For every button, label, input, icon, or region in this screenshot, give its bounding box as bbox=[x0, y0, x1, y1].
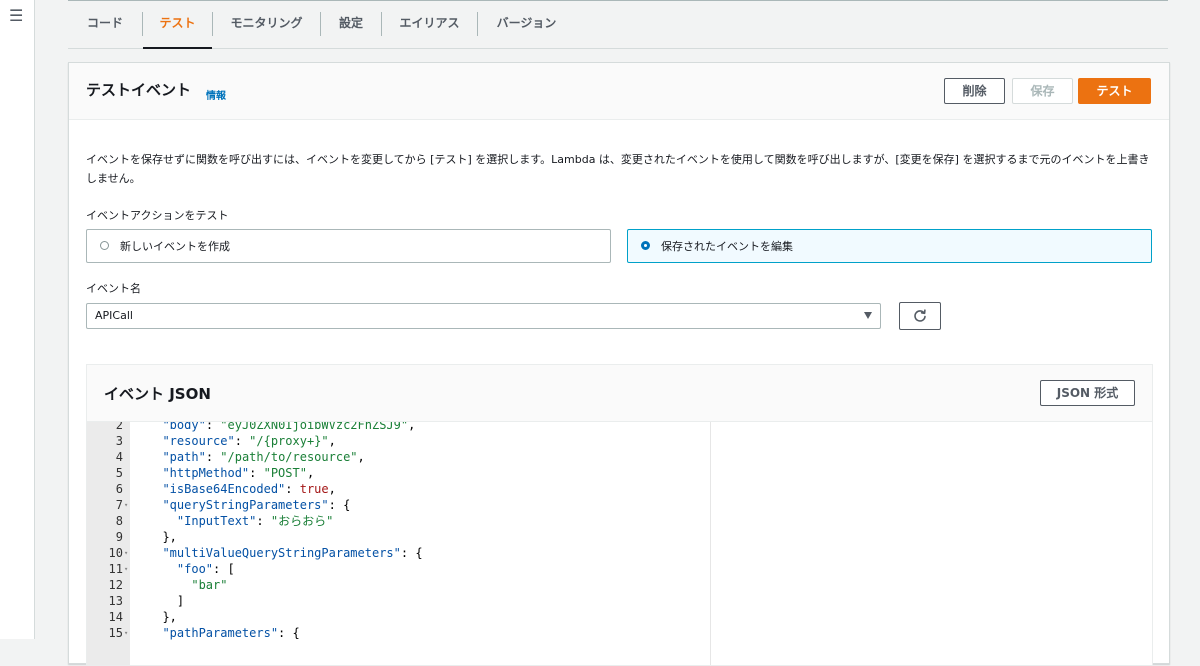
line-number: 7 bbox=[115, 498, 123, 512]
test-button[interactable]: テスト bbox=[1078, 78, 1151, 104]
code-text: "queryStringParameters": { bbox=[162, 498, 351, 512]
line-number: 6 bbox=[115, 482, 123, 496]
caret-down-icon bbox=[864, 312, 872, 319]
code-text: ] bbox=[148, 594, 185, 608]
hamburger-menu-icon[interactable]: ☰ bbox=[9, 7, 23, 25]
code-editor[interactable]: 2 "body": "eyJ0ZXN0IjoibWVzc2FnZSJ9", 3 "… bbox=[87, 422, 1152, 665]
fold-toggle-icon[interactable]: ▾ bbox=[124, 497, 128, 513]
code-line: 2 "body": "eyJ0ZXN0IjoibWVzc2FnZSJ9", bbox=[87, 422, 707, 433]
line-number: 8 bbox=[115, 514, 123, 528]
tab-aliases[interactable]: エイリアス bbox=[382, 0, 477, 48]
code-text: "isBase64Encoded": true, bbox=[162, 482, 336, 496]
event-json-panel: イベント JSON JSON 形式 2 "body": "eyJ0ZXN0Ijo… bbox=[86, 364, 1153, 666]
code-text: "path": "/path/to/resource", bbox=[162, 450, 365, 464]
event-name-value: APICall bbox=[95, 309, 133, 322]
code-line: 10 ▾ "multiValueQueryStringParameters": { bbox=[87, 545, 707, 561]
refresh-button[interactable] bbox=[899, 302, 941, 330]
code-line: 13 ] bbox=[87, 593, 707, 609]
description-text: イベントを保存せずに関数を呼び出すには、イベントを変更してから [テスト] を選… bbox=[86, 153, 1150, 185]
radio-edit-saved-event[interactable]: 保存されたイベントを編集 bbox=[627, 229, 1152, 263]
left-rail: ☰ bbox=[0, 0, 35, 639]
tab-monitoring[interactable]: モニタリング bbox=[213, 0, 320, 48]
radio-create-label: 新しいイベントを作成 bbox=[120, 240, 230, 253]
delete-button[interactable]: 削除 bbox=[944, 78, 1005, 104]
code-text: "body": "eyJ0ZXN0IjoibWVzc2FnZSJ9", bbox=[162, 422, 416, 432]
radio-create-new-event[interactable]: 新しいイベントを作成 bbox=[86, 229, 611, 263]
code-text: }, bbox=[148, 610, 177, 624]
code-text: }, bbox=[148, 530, 177, 544]
radio-edit-label: 保存されたイベントを編集 bbox=[661, 240, 793, 253]
line-number: 9 bbox=[115, 530, 123, 544]
panel-header: テストイベント 情報 削除 保存 テスト bbox=[69, 63, 1169, 120]
fold-toggle-icon[interactable]: ▾ bbox=[124, 561, 128, 577]
line-number: 3 bbox=[115, 434, 123, 448]
panel-title: テストイベント bbox=[86, 81, 192, 99]
code-line: 3 "resource": "/{proxy+}", bbox=[87, 433, 707, 449]
code-text: "multiValueQueryStringParameters": { bbox=[162, 546, 423, 560]
code-text: "InputText": "おらおら" bbox=[176, 514, 334, 528]
code-line: 7 ▾ "queryStringParameters": { bbox=[87, 497, 707, 513]
line-number: 13 bbox=[108, 594, 123, 608]
code-line: 9 }, bbox=[87, 529, 707, 545]
line-number: 10 bbox=[108, 546, 123, 560]
tab-test[interactable]: テスト bbox=[143, 0, 212, 49]
event-json-title: イベント JSON bbox=[104, 385, 211, 403]
line-number: 4 bbox=[115, 450, 123, 464]
save-button[interactable]: 保存 bbox=[1012, 78, 1073, 104]
json-format-button[interactable]: JSON 形式 bbox=[1040, 380, 1135, 406]
event-name-select[interactable]: APICall bbox=[86, 303, 881, 329]
radio-selected-icon bbox=[641, 241, 650, 250]
fold-toggle-icon[interactable]: ▾ bbox=[124, 545, 128, 561]
function-tabs: コード テスト モニタリング 設定 エイリアス バージョン bbox=[68, 0, 1168, 49]
code-text: "foo": [ bbox=[176, 562, 235, 576]
tab-configuration[interactable]: 設定 bbox=[321, 0, 381, 48]
line-number: 2 bbox=[115, 422, 123, 432]
code-line: 4 "path": "/path/to/resource", bbox=[87, 449, 707, 465]
tab-versions[interactable]: バージョン bbox=[478, 0, 575, 48]
line-number: 12 bbox=[108, 578, 123, 592]
event-json-header: イベント JSON JSON 形式 bbox=[87, 365, 1152, 422]
code-text: "resource": "/{proxy+}", bbox=[162, 434, 336, 448]
line-number: 14 bbox=[108, 610, 123, 624]
editor-print-margin bbox=[710, 422, 711, 665]
line-number: 5 bbox=[115, 466, 123, 480]
refresh-icon bbox=[914, 309, 926, 322]
code-line: 11 ▾ "foo": [ bbox=[87, 561, 707, 577]
info-link[interactable]: 情報 bbox=[206, 87, 226, 102]
code-line: 14 }, bbox=[87, 609, 707, 625]
code-text: "httpMethod": "POST", bbox=[162, 466, 315, 480]
code-line: 6 "isBase64Encoded": true, bbox=[87, 481, 707, 497]
event-name-label: イベント名 bbox=[86, 282, 141, 295]
code-line: 5 "httpMethod": "POST", bbox=[87, 465, 707, 481]
radio-circle-icon bbox=[100, 241, 109, 250]
code-text: "bar" bbox=[191, 578, 228, 592]
test-event-action-label: イベントアクションをテスト bbox=[86, 209, 229, 222]
tab-code[interactable]: コード bbox=[68, 0, 142, 48]
line-number: 11 bbox=[108, 562, 123, 576]
code-line: 12 "bar" bbox=[87, 577, 707, 593]
test-event-panel: テストイベント 情報 削除 保存 テスト イベントを保存せずに関数を呼び出すには… bbox=[68, 62, 1170, 666]
code-line: 8 "InputText": "おらおら" bbox=[87, 513, 707, 529]
